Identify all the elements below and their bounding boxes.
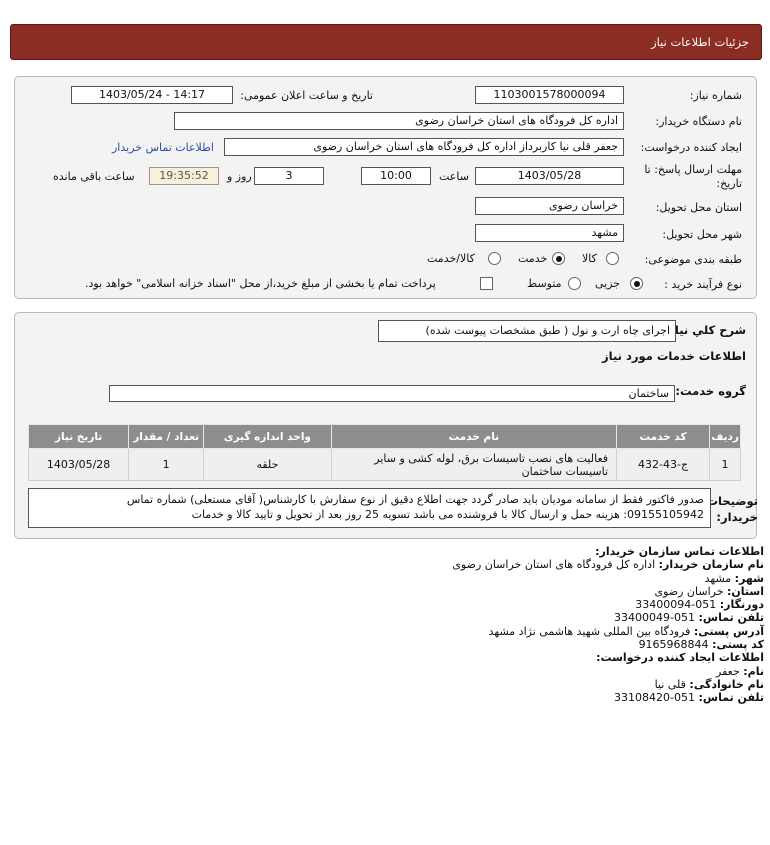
creator-field: جعفر قلی نیا کاربرداز اداره کل فرودگاه ه… — [224, 138, 624, 156]
cell-quantity: 1 — [128, 448, 205, 481]
page-title: جزئیات اطلاعات نیاز — [651, 35, 749, 49]
process-radio-medium[interactable] — [568, 277, 581, 290]
description-label: شرح کلي نياز: — [663, 323, 746, 337]
notes-text-line2: 09155105942: هزینه حمل و ارسال کالا با ف… — [191, 508, 704, 521]
delivery-city-label: شهر محل تحویل: — [662, 228, 742, 241]
description-field: اجرای چاه ارت و نول ( طبق مشخصات پیوست ش… — [378, 320, 676, 342]
buyer-org-field: اداره کل فرودگاه های استان خراسان رضوی — [174, 112, 624, 130]
cell-service-code: ج-43-432 — [616, 448, 711, 481]
remaining-time-field: 19:35:52 — [149, 167, 219, 185]
services-heading: اطلاعات خدمات مورد نیاز — [602, 349, 746, 363]
delivery-province-label: استان محل تحویل: — [655, 201, 742, 214]
services-table: ردیف کد خدمت نام خدمت واحد اندازه گیری ت… — [27, 424, 741, 481]
col-header-quantity: تعداد / مقدار — [128, 424, 205, 449]
delivery-province-field: خراسان رضوی — [475, 197, 624, 215]
need-number-field: 1103001578000094 — [475, 86, 624, 104]
notes-text-line1: صدور فاکتور فقط از سامانه مودیان باید صا… — [126, 493, 704, 506]
contact-org-row: نام سازمان خریدار: اداره کل فرودگاه های … — [452, 558, 764, 572]
process-option-medium: متوسط — [527, 277, 562, 290]
contact-section: اطلاعات تماس سازمان خریدار: نام سازمان خ… — [64, 545, 764, 705]
creator-phone-row: تلفن تماس: 051-33108420 — [614, 691, 764, 705]
buyer-org-label: نام دستگاه خریدار: — [655, 115, 742, 128]
deadline-label-line1: مهلت ارسال پاسخ: تا — [644, 163, 742, 176]
remaining-days-field: 3 — [254, 167, 324, 185]
remaining-time-label: ساعت باقی مانده — [53, 170, 135, 183]
service-group-field: ساختمان — [109, 385, 675, 402]
deadline-time-label: ساعت — [439, 170, 469, 183]
announce-datetime-field: 1403/05/24 - 14:17 — [71, 86, 233, 104]
contact-postal-row: کد پستی: 9165968844 — [638, 638, 764, 652]
col-header-need-date: تاریخ نیاز — [27, 424, 130, 449]
deadline-label-line2: تاریخ: — [716, 177, 742, 190]
col-header-service-name: نام خدمت — [330, 424, 618, 449]
process-radio-minor[interactable] — [630, 277, 643, 290]
creator-heading: اطلاعات ایجاد کننده درخواست: — [596, 651, 764, 665]
creator-label: ایجاد کننده درخواست: — [640, 141, 742, 154]
notes-label-line1: توضیحات — [706, 494, 759, 508]
category-radio-service[interactable] — [552, 252, 565, 265]
table-row: 1 ج-43-432 فعالیت های نصب تاسیسات برق، ل… — [27, 448, 741, 481]
col-header-unit: واحد اندازه گیری — [203, 424, 332, 449]
contact-province-row: استان: خراسان رضوی — [654, 584, 764, 598]
announce-datetime-label: تاریخ و ساعت اعلان عمومی: — [240, 89, 373, 102]
creator-last-name-row: نام خانوادگی: قلی نیا — [654, 677, 764, 691]
contact-heading: اطلاعات تماس سازمان خریدار: — [595, 545, 764, 558]
days-label: روز و — [227, 170, 252, 183]
buyer-contact-link[interactable]: اطلاعات تماس خریدار — [112, 141, 214, 154]
creator-first-name-row: نام: جعفر — [716, 664, 764, 678]
notes-label-line2: خریدار: — [716, 510, 758, 524]
need-number-label: شماره نیاز: — [689, 89, 742, 102]
category-option-goods: کالا — [582, 252, 597, 265]
process-option-minor: جزیی — [595, 277, 621, 290]
col-header-row-number: ردیف — [709, 424, 741, 449]
contact-phone-row: تلفن تماس: 051-33400049 — [614, 611, 764, 625]
need-info-panel: شماره نیاز: 1103001578000094 تاریخ و ساع… — [14, 76, 757, 299]
category-option-service: خدمت — [518, 252, 548, 265]
contact-fax-row: دورنگار: 051-33400094 — [635, 598, 764, 612]
cell-service-name: فعالیت های نصب تاسیسات برق، لوله کشی و س… — [330, 448, 618, 481]
cell-need-date: 1403/05/28 — [27, 448, 130, 481]
treasury-note: پرداخت تمام یا بخشی از مبلغ خرید،از محل … — [85, 277, 436, 290]
category-option-goods-service: کالا/خدمت — [427, 252, 475, 265]
page-header: جزئیات اطلاعات نیاز — [10, 24, 762, 60]
delivery-city-field: مشهد — [475, 224, 624, 242]
col-header-service-code: کد خدمت — [616, 424, 711, 449]
notes-box: صدور فاکتور فقط از سامانه مودیان باید صا… — [28, 488, 711, 528]
treasury-checkbox[interactable] — [480, 277, 493, 290]
deadline-time-field: 10:00 — [361, 167, 431, 185]
process-type-label: نوع فرآیند خرید : — [664, 278, 742, 291]
category-radio-goods[interactable] — [606, 252, 619, 265]
contact-city-row: شهر: مشهد — [704, 571, 764, 585]
cell-unit: حلقه — [203, 448, 332, 481]
contact-address-row: آدرس پستی: فرودگاه بین المللی شهید هاشمی… — [488, 624, 764, 638]
cell-row-number: 1 — [709, 448, 741, 481]
table-header-row: ردیف کد خدمت نام خدمت واحد اندازه گیری ت… — [27, 424, 741, 449]
deadline-date-field: 1403/05/28 — [475, 167, 624, 185]
category-label: طبقه بندی موضوعی: — [644, 253, 742, 266]
category-radio-goods-service[interactable] — [488, 252, 501, 265]
service-group-label: گروه خدمت: — [675, 384, 746, 398]
